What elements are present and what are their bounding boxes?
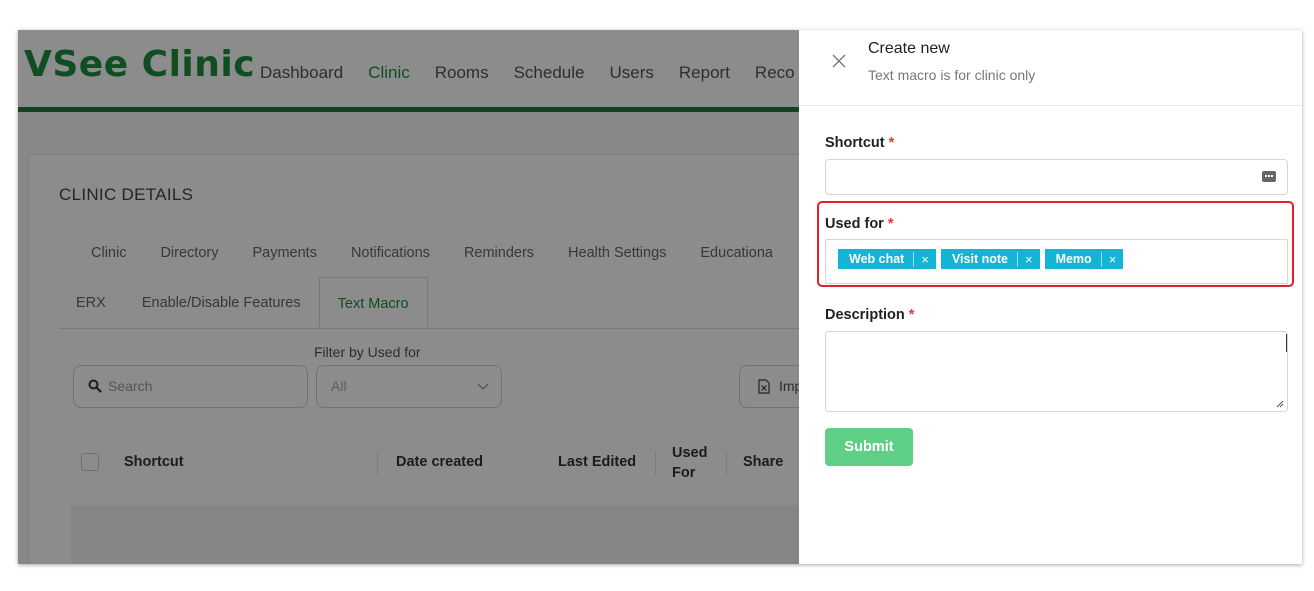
tag-memo: Memo × [1044, 249, 1124, 269]
tag-remove-icon[interactable]: × [1100, 251, 1124, 267]
used-for-multiselect[interactable]: Web chat × Visit note × Memo × [825, 239, 1288, 284]
required-mark: * [887, 216, 894, 232]
used-for-label: Used for * [825, 216, 894, 232]
close-icon[interactable] [832, 54, 846, 68]
create-macro-drawer: Create new Text macro is for clinic only… [799, 30, 1302, 564]
text-caret [1286, 334, 1287, 352]
drawer-header: Create new Text macro is for clinic only [799, 30, 1302, 106]
tag-label: Memo [1055, 252, 1092, 266]
description-label-text: Description [825, 307, 905, 323]
used-for-label-text: Used for [825, 216, 884, 232]
tag-remove-icon[interactable]: × [913, 251, 936, 267]
used-for-tags: Web chat × Visit note × Memo × [838, 249, 1124, 269]
required-mark: * [888, 135, 895, 151]
shortcut-label: Shortcut * [825, 135, 894, 151]
required-mark: * [908, 307, 915, 323]
tag-visit-note: Visit note × [940, 249, 1040, 269]
drawer-title: Create new [868, 40, 950, 57]
shortcut-label-text: Shortcut [825, 135, 885, 151]
resize-handle-icon[interactable] [1275, 399, 1284, 408]
tag-label: Web chat [849, 252, 905, 266]
description-textarea[interactable] [825, 331, 1288, 412]
tag-remove-icon[interactable]: × [1016, 251, 1040, 267]
app-window: VSee Clinic Dashboard Clinic Rooms Sched… [18, 30, 1302, 564]
tag-web-chat: Web chat × [838, 249, 936, 269]
tag-label: Visit note [951, 252, 1008, 266]
keyboard-icon [1262, 171, 1276, 182]
drawer-subtitle: Text macro is for clinic only [868, 67, 1036, 83]
shortcut-input[interactable] [825, 159, 1288, 195]
submit-button[interactable]: Submit [825, 428, 913, 466]
description-label: Description * [825, 307, 914, 323]
clinic-app: VSee Clinic Dashboard Clinic Rooms Sched… [18, 30, 1302, 564]
